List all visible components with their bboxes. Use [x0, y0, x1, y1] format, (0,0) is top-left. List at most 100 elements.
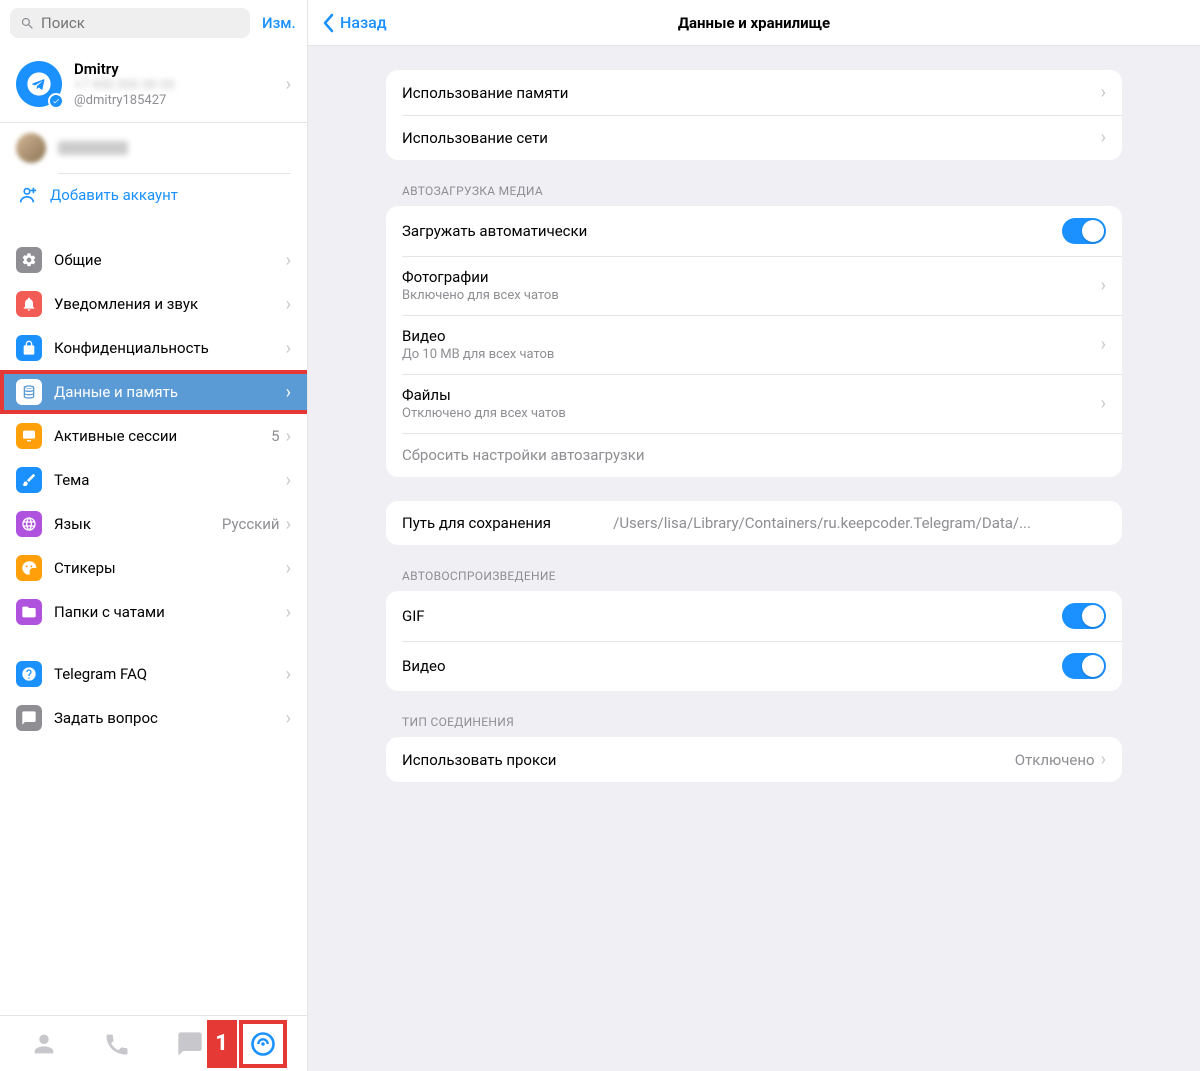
tab-calls[interactable] [95, 1022, 139, 1066]
chevron-right-icon: › [286, 426, 291, 447]
autoplay-group: GIF Видео [386, 591, 1122, 691]
chevron-right-icon: › [286, 382, 291, 403]
row-label: GIF [402, 607, 1062, 625]
row-value: Отключено [1015, 751, 1095, 769]
tab-chats[interactable] [168, 1022, 212, 1066]
row-network-usage[interactable]: Использование сети › [386, 115, 1122, 160]
settings-label: Общие [54, 251, 286, 269]
add-user-icon [16, 184, 38, 206]
row-videos[interactable]: Видео До 10 MB для всех чатов › [386, 315, 1122, 374]
row-label: Файлы [402, 386, 1101, 404]
row-label: Путь для сохранения [402, 514, 551, 532]
settings-label: Папки с чатами [54, 603, 286, 621]
row-memory-usage[interactable]: Использование памяти › [386, 70, 1122, 115]
toggle-autodownload[interactable] [1062, 218, 1106, 244]
profile-username: @dmitry185427 [74, 93, 286, 108]
settings-item-data[interactable]: Данные и память › 2 [0, 370, 307, 414]
main-content: Использование памяти › Использование сет… [308, 46, 1200, 1071]
phone-icon [103, 1030, 131, 1058]
settings-label: Язык [54, 515, 222, 533]
edit-button[interactable]: Изм. [258, 14, 300, 32]
tab-contacts[interactable] [22, 1022, 66, 1066]
main-header: Назад Данные и хранилище [308, 0, 1200, 46]
chevron-right-icon: › [286, 514, 291, 535]
group-header-autoplay: АВТОВОСПРОИЗВЕДЕНИЕ [386, 569, 1122, 591]
settings-label: Тема [54, 471, 286, 489]
secondary-account-row[interactable] [0, 123, 307, 173]
settings-item-brush[interactable]: Тема › [0, 458, 307, 502]
settings-item-globe[interactable]: Язык Русский › [0, 502, 307, 546]
row-autoplay-video[interactable]: Видео [386, 641, 1122, 691]
toggle-gif[interactable] [1062, 603, 1106, 629]
row-save-path[interactable]: Путь для сохранения /Users/lisa/Library/… [386, 501, 1122, 545]
settings-item-folder[interactable]: Папки с чатами › [0, 590, 307, 634]
row-photos[interactable]: Фотографии Включено для всех чатов › [386, 256, 1122, 315]
search-bar: Изм. [0, 0, 307, 46]
row-label: Фотографии [402, 268, 1101, 286]
tab-settings[interactable]: 1 [241, 1022, 285, 1066]
settings-label: Данные и память [54, 383, 286, 401]
chevron-right-icon: › [286, 250, 291, 271]
connection-group: Использовать прокси Отключено › 3 [386, 737, 1122, 782]
settings-label: Telegram FAQ [54, 665, 286, 683]
annotation-1: 1 [207, 1020, 237, 1068]
chevron-right-icon: › [1101, 127, 1106, 148]
search-input[interactable] [41, 14, 240, 32]
settings-item-sticker[interactable]: Стикеры › [0, 546, 307, 590]
row-label: Использование сети [402, 129, 1101, 147]
group-header-autodownload: АВТОЗАГРУЗКА МЕДИА [386, 184, 1122, 206]
chat-icon [16, 705, 42, 731]
settings-value: Русский [222, 515, 280, 533]
verified-badge-icon [48, 93, 64, 109]
row-autoplay-gif[interactable]: GIF [386, 591, 1122, 641]
chevron-right-icon: › [286, 558, 291, 579]
data-icon [16, 379, 42, 405]
settings-item-lock[interactable]: Конфиденциальность › [0, 326, 307, 370]
row-sublabel: Отключено для всех чатов [402, 406, 1101, 421]
name-blurred [58, 141, 128, 155]
row-value: /Users/lisa/Library/Containers/ru.keepco… [571, 514, 1031, 532]
row-reset-autodownload[interactable]: Сбросить настройки автозагрузки [386, 433, 1122, 477]
settings-label: Задать вопрос [54, 709, 286, 727]
bell-icon [16, 291, 42, 317]
storage-group: Использование памяти › Использование сет… [386, 70, 1122, 160]
row-files[interactable]: Файлы Отключено для всех чатов › [386, 374, 1122, 433]
avatar [16, 61, 62, 107]
chevron-right-icon: › [1101, 275, 1106, 296]
settings-item-gear[interactable]: Общие › [0, 238, 307, 282]
chevron-right-icon: › [1101, 334, 1106, 355]
chevron-right-icon: › [1101, 393, 1106, 414]
avatar-blurred [16, 133, 46, 163]
gear-icon [16, 247, 42, 273]
settings-item-bell[interactable]: Уведомления и звук › [0, 282, 307, 326]
folder-icon [16, 599, 42, 625]
settings-item-question[interactable]: Telegram FAQ › [0, 652, 307, 696]
question-icon [16, 661, 42, 687]
search-field[interactable] [10, 8, 250, 38]
chevron-right-icon: › [1101, 82, 1106, 103]
add-account-button[interactable]: Добавить аккаунт [0, 174, 307, 220]
settings-item-monitor[interactable]: Активные сессии 5 › [0, 414, 307, 458]
settings-label: Стикеры [54, 559, 286, 577]
chevron-right-icon: › [1101, 749, 1106, 770]
chevron-right-icon: › [286, 294, 291, 315]
main-panel: Назад Данные и хранилище Использование п… [308, 0, 1200, 1071]
chevron-right-icon: › [286, 602, 291, 623]
profile-text: Dmitry +7 900 000 00 00 @dmitry185427 [74, 60, 286, 108]
row-auto-download[interactable]: Загружать автоматически [386, 206, 1122, 256]
lock-icon [16, 335, 42, 361]
savepath-group: Путь для сохранения /Users/lisa/Library/… [386, 501, 1122, 545]
row-sublabel: Включено для всех чатов [402, 288, 1101, 303]
brush-icon [16, 467, 42, 493]
autodownload-group: Загружать автоматически Фотографии Включ… [386, 206, 1122, 477]
settings-sidebar: Изм. Dmitry +7 900 000 00 00 @dmitry1854… [0, 0, 308, 1071]
toggle-video[interactable] [1062, 653, 1106, 679]
row-sublabel: До 10 MB для всех чатов [402, 347, 1101, 362]
search-icon [20, 16, 35, 31]
back-button[interactable]: Назад [322, 13, 387, 33]
row-proxy[interactable]: Использовать прокси Отключено › [386, 737, 1122, 782]
profile-row[interactable]: Dmitry +7 900 000 00 00 @dmitry185427 › [0, 46, 307, 123]
settings-item-chat[interactable]: Задать вопрос › [0, 696, 307, 740]
row-label: Использование памяти [402, 84, 1101, 102]
row-label: Сбросить настройки автозагрузки [402, 446, 1106, 464]
